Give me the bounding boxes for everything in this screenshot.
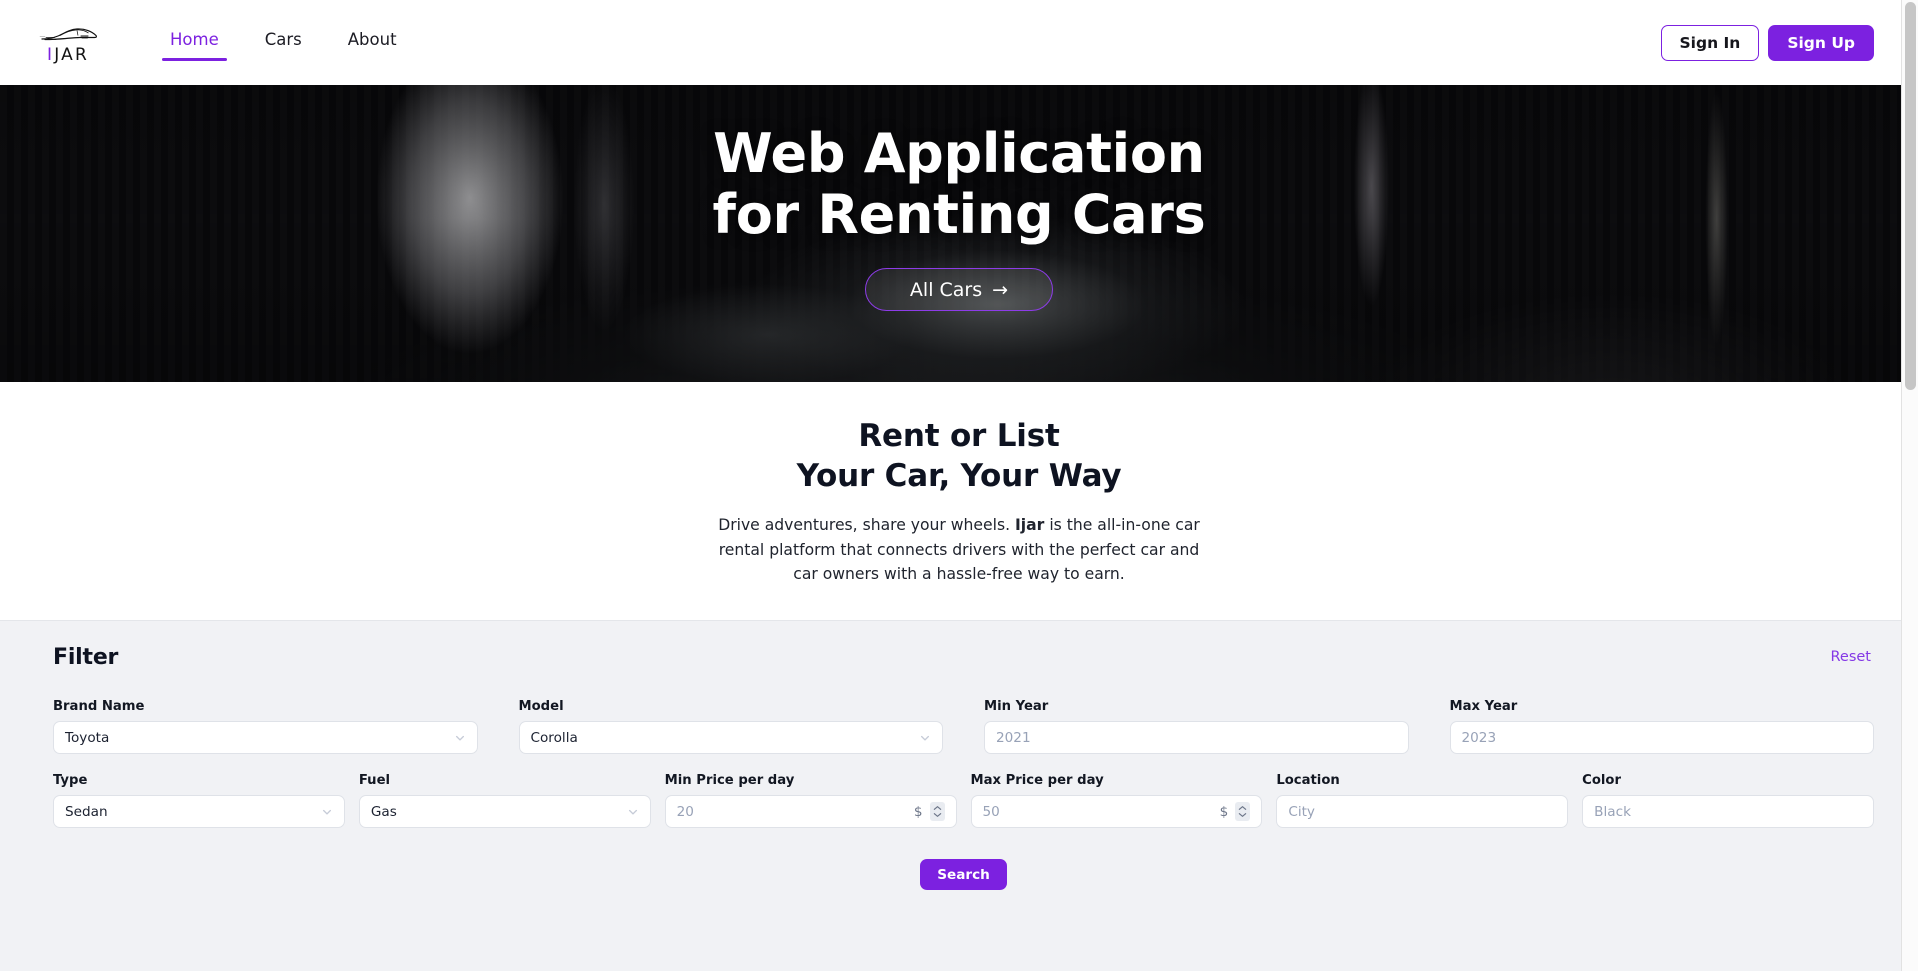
filter-row-2: Type Sedan Fuel Gas Min Price per day 20 [53, 773, 1874, 829]
nav-item-cars[interactable]: Cars [257, 26, 310, 59]
page-scrollbar[interactable] [1901, 0, 1918, 971]
page-root: IJAR Home Cars About Sign In Sign Up Web… [0, 0, 1918, 971]
intro-title-line2: Your Car, Your Way [796, 457, 1122, 494]
hero-title-line2: for Renting Cars [712, 183, 1206, 247]
color-input-placeholder: Black [1594, 803, 1631, 820]
field-fuel: Fuel Gas [358, 773, 651, 829]
brand-logo[interactable]: IJAR [34, 22, 102, 64]
location-input-placeholder: City [1288, 803, 1315, 820]
min-price-input[interactable]: 20 $ [664, 795, 957, 829]
page-scrollbar-thumb[interactable] [1905, 2, 1916, 390]
nav-item-cars-label: Cars [264, 30, 302, 50]
nav-item-about[interactable]: About [340, 26, 405, 59]
color-input[interactable]: Black [1582, 795, 1874, 829]
min-price-adornments: $ [913, 802, 945, 822]
nav-item-home[interactable]: Home [162, 26, 227, 61]
min-price-stepper[interactable] [929, 802, 945, 822]
nav-item-home-label: Home [170, 30, 219, 50]
field-fuel-label: Fuel [358, 773, 391, 789]
field-location-label: Location [1276, 773, 1340, 789]
filter-row-1: Brand Name Toyota Model Corolla Min Year… [53, 698, 1874, 755]
auth-button-group: Sign In Sign Up [1660, 24, 1874, 61]
field-color: Color Black [1582, 773, 1874, 829]
field-max-year: Max Year 2023 [1449, 698, 1874, 755]
main-nav: Home Cars About [162, 0, 405, 85]
field-brand-name: Brand Name Toyota [53, 698, 478, 755]
intro-text-brand: Ijar [1015, 516, 1045, 535]
all-cars-button[interactable]: All Cars → [865, 268, 1053, 312]
field-min-year: Min Year 2021 [984, 698, 1409, 755]
max-price-stepper[interactable] [1235, 802, 1251, 822]
location-input[interactable]: City [1276, 795, 1569, 829]
brand-name-select[interactable]: Toyota [53, 721, 478, 755]
chevron-down-icon [920, 735, 930, 741]
field-color-label: Color [1582, 773, 1621, 789]
field-max-year-label: Max Year [1449, 698, 1518, 714]
min-year-input[interactable]: 2021 [984, 721, 1409, 755]
max-price-adornments: $ [1219, 802, 1251, 822]
intro-section: Rent or List Your Car, Your Way Drive ad… [0, 382, 1918, 620]
hero-banner: Web Application for Renting Cars All Car… [0, 85, 1918, 382]
intro-text-before: Drive adventures, share your wheels. [718, 516, 1015, 535]
chevron-down-icon [1239, 813, 1247, 818]
sign-up-button[interactable]: Sign Up [1768, 24, 1874, 61]
model-select[interactable]: Corolla [518, 721, 943, 755]
max-price-input-placeholder: 50 [982, 803, 1000, 820]
car-logo-icon [39, 27, 98, 40]
chevron-down-icon [933, 813, 941, 818]
hero-title-line1: Web Application [713, 122, 1205, 185]
min-price-input-placeholder: 20 [676, 803, 694, 820]
search-button-row: Search [53, 828, 1874, 891]
max-year-input-placeholder: 2023 [1461, 729, 1497, 746]
search-button[interactable]: Search [920, 859, 1007, 891]
fuel-select[interactable]: Gas [358, 795, 651, 829]
arrow-right-icon: → [992, 278, 1009, 301]
field-model-label: Model [518, 698, 564, 714]
field-max-price-label: Max Price per day [970, 773, 1104, 789]
dollar-icon: $ [1219, 803, 1229, 820]
filter-section: Filter Reset Brand Name Toyota Model Cor… [0, 619, 1918, 971]
field-model: Model Corolla [518, 698, 943, 755]
intro-description: Drive adventures, share your wheels. Ija… [709, 513, 1209, 585]
filter-reset-link[interactable]: Reset [1830, 649, 1874, 665]
field-min-price-label: Min Price per day [664, 773, 795, 789]
field-location: Location City [1276, 773, 1569, 829]
filter-title: Filter [53, 644, 119, 670]
intro-title: Rent or List Your Car, Your Way [797, 417, 1122, 496]
max-price-input[interactable]: 50 $ [970, 795, 1263, 829]
chevron-down-icon [322, 809, 331, 815]
type-select[interactable]: Sedan [53, 795, 345, 829]
max-year-input[interactable]: 2023 [1449, 721, 1874, 755]
intro-title-line1: Rent or List [858, 418, 1060, 454]
field-max-price: Max Price per day 50 $ [970, 773, 1263, 829]
all-cars-button-label: All Cars [909, 278, 983, 301]
chevron-up-icon [1239, 806, 1247, 811]
site-header: IJAR Home Cars About Sign In Sign Up [0, 0, 1918, 85]
field-min-price: Min Price per day 20 $ [664, 773, 957, 829]
type-select-value: Sedan [65, 803, 108, 820]
hero-content: Web Application for Renting Cars All Car… [0, 85, 1918, 382]
chevron-down-icon [455, 735, 464, 741]
field-type-label: Type [53, 773, 88, 789]
brand-wordmark: IJAR [47, 44, 89, 65]
field-min-year-label: Min Year [984, 698, 1049, 714]
brand-name-select-value: Toyota [65, 729, 110, 746]
hero-title: Web Application for Renting Cars [713, 123, 1206, 245]
dollar-icon: $ [913, 803, 923, 820]
chevron-down-icon [628, 809, 637, 815]
nav-item-about-label: About [347, 30, 397, 50]
fuel-select-value: Gas [370, 803, 397, 820]
field-brand-name-label: Brand Name [53, 698, 145, 714]
brand-rest: JAR [54, 44, 89, 65]
sign-in-button[interactable]: Sign In [1660, 24, 1760, 61]
filter-header: Filter Reset [53, 645, 1874, 670]
chevron-up-icon [933, 806, 941, 811]
min-year-input-placeholder: 2021 [996, 729, 1031, 746]
field-type: Type Sedan [53, 773, 345, 829]
model-select-value: Corolla [530, 729, 578, 746]
